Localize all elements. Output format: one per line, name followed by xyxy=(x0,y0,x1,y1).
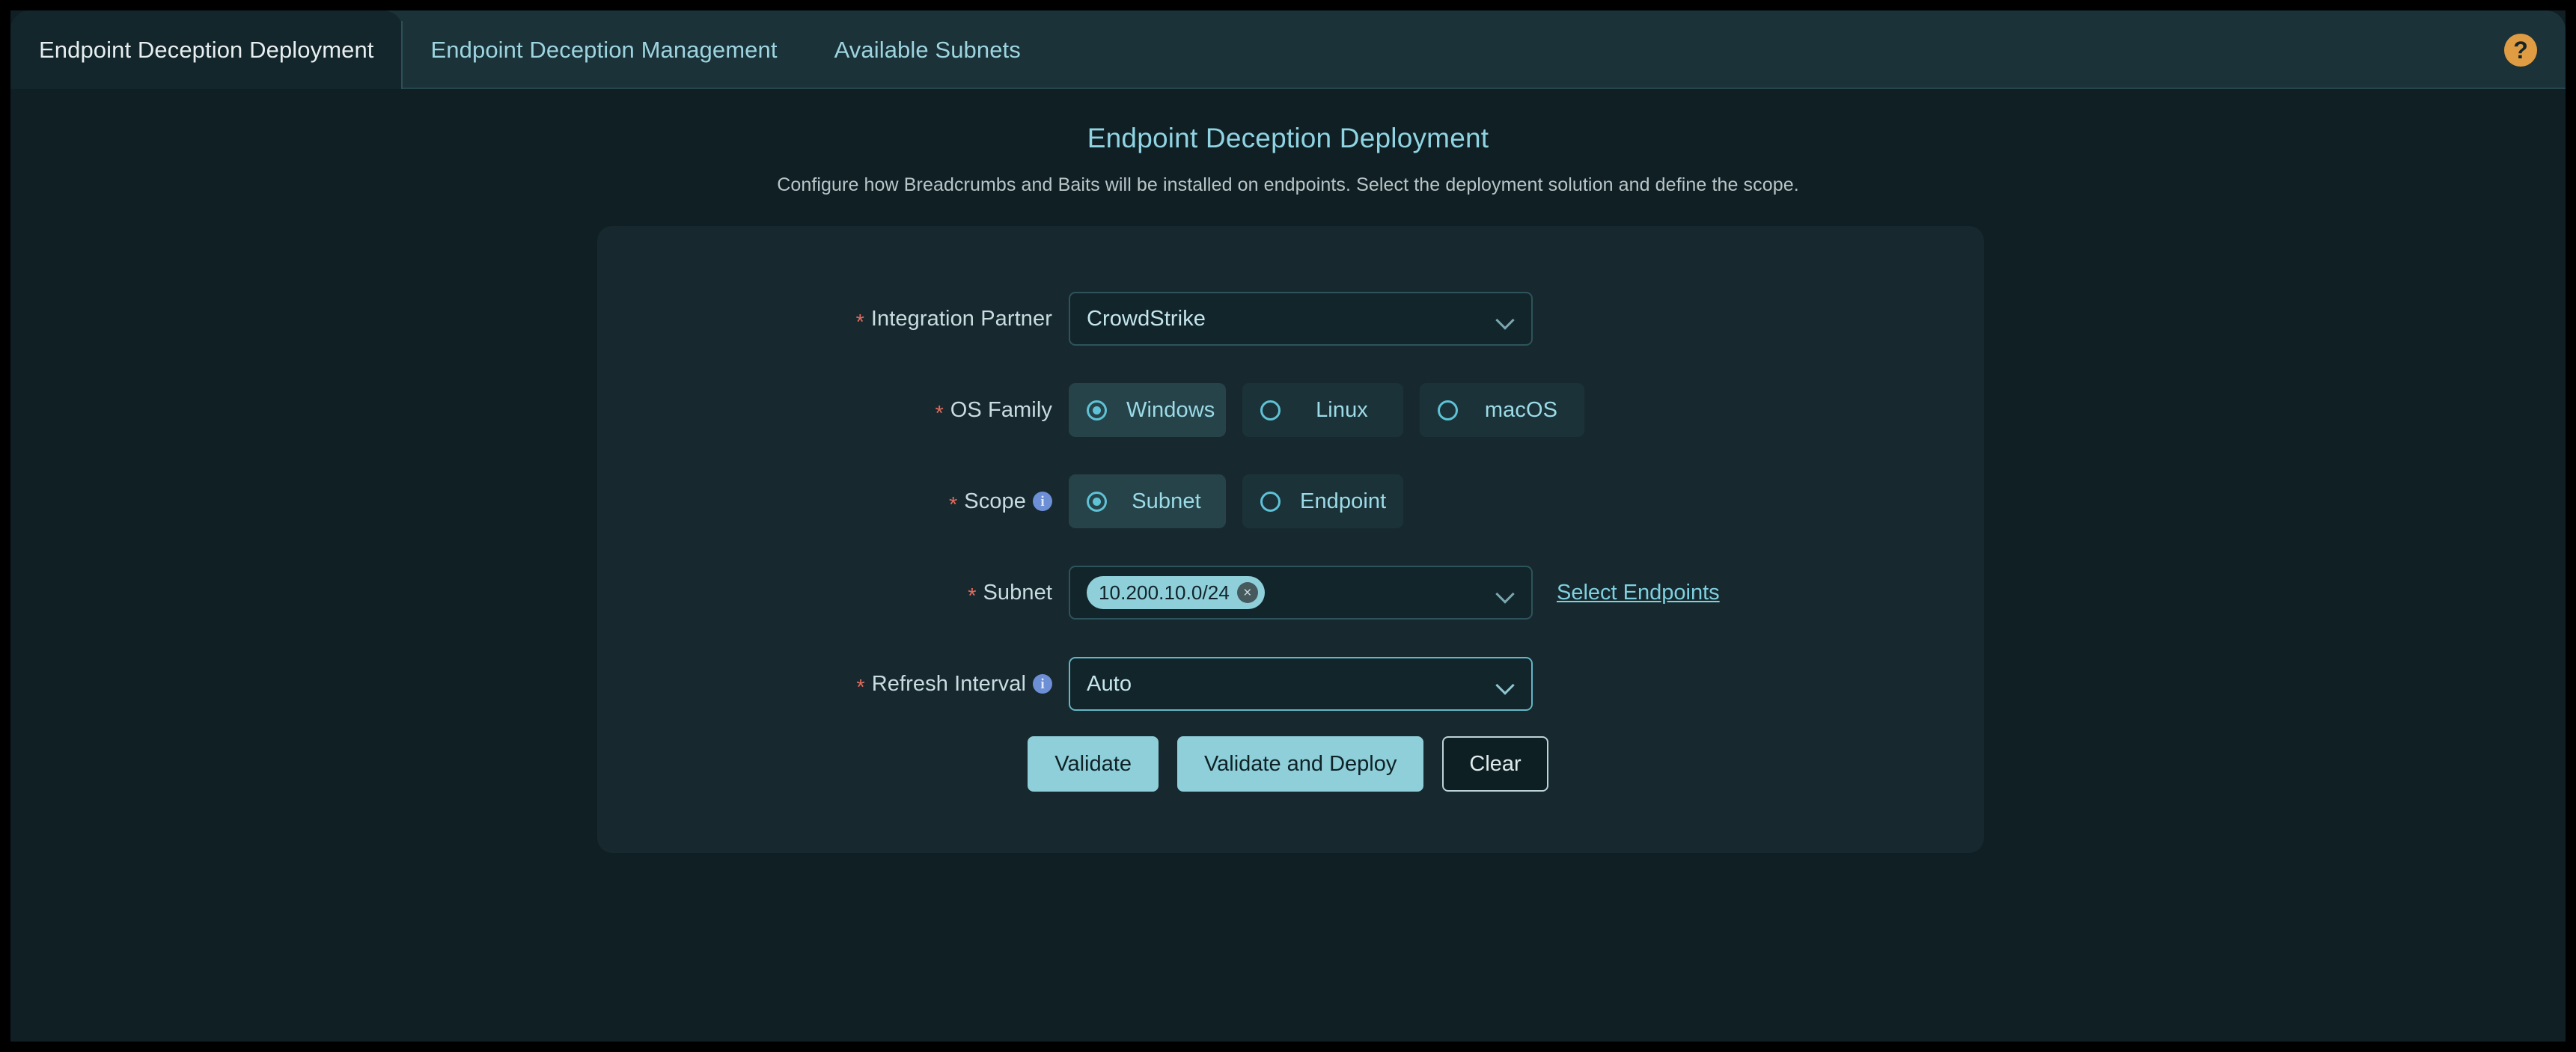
validate-button[interactable]: Validate xyxy=(1028,736,1159,792)
required-marker: * xyxy=(948,492,958,517)
page-subtitle: Configure how Breadcrumbs and Baits will… xyxy=(777,174,1799,195)
os-family-option-linux[interactable]: Linux xyxy=(1242,383,1403,437)
scope-label: * Scope i xyxy=(10,489,1069,517)
refresh-interval-value: Auto xyxy=(1087,671,1132,696)
os-family-label: * OS Family xyxy=(935,397,1052,426)
field-refresh-interval: * Refresh Interval i Auto xyxy=(10,657,2566,711)
help-icon-glyph: ? xyxy=(2513,36,2528,64)
radio-selected-icon xyxy=(1087,491,1107,512)
integration-partner-label: * Integration Partner xyxy=(855,306,1052,334)
required-marker: * xyxy=(935,401,944,426)
radio-unselected-icon xyxy=(1260,400,1281,421)
refresh-interval-select[interactable]: Auto xyxy=(1069,657,1533,711)
info-icon[interactable]: i xyxy=(1033,492,1052,511)
help-button[interactable]: ? xyxy=(2504,10,2566,89)
field-os-family: * OS Family Windows Linux macOS xyxy=(10,383,2566,437)
page-title: Endpoint Deception Deployment xyxy=(1087,123,1489,153)
tab-bar: Endpoint Deception Deployment Endpoint D… xyxy=(10,10,2566,89)
field-scope: * Scope i Subnet Endpoint xyxy=(10,474,2566,528)
os-family-radio-group: Windows Linux macOS xyxy=(1069,383,1584,437)
field-subnet: * Subnet 10.200.10.0/24 × Select Endpoint… xyxy=(10,566,2566,620)
chevron-down-icon xyxy=(1497,314,1515,324)
scope-option-subnet[interactable]: Subnet xyxy=(1069,474,1226,528)
app-window: Endpoint Deception Deployment Endpoint D… xyxy=(10,10,2566,1042)
subnet-label: * Subnet xyxy=(968,580,1052,608)
clear-button[interactable]: Clear xyxy=(1442,736,1548,792)
tab-label: Available Subnets xyxy=(834,36,1021,63)
refresh-interval-label: * Refresh Interval i xyxy=(10,672,1069,700)
required-marker: * xyxy=(856,675,865,700)
subnet-selected-tags: 10.200.10.0/24 × xyxy=(1087,576,1497,609)
radio-unselected-icon xyxy=(1438,400,1458,421)
tab-endpoint-deception-deployment[interactable]: Endpoint Deception Deployment xyxy=(10,10,403,89)
tab-bar-spacer xyxy=(1049,10,2504,89)
info-icon[interactable]: i xyxy=(1033,674,1052,694)
required-marker: * xyxy=(968,584,977,608)
validate-and-deploy-button[interactable]: Validate and Deploy xyxy=(1176,736,1424,792)
chevron-down-icon xyxy=(1497,679,1515,689)
required-marker: * xyxy=(855,310,864,334)
scope-option-endpoint[interactable]: Endpoint xyxy=(1242,474,1403,528)
tab-label: Endpoint Deception Deployment xyxy=(39,36,374,63)
select-endpoints-link[interactable]: Select Endpoints xyxy=(1557,581,1720,605)
subnet-tag: 10.200.10.0/24 × xyxy=(1087,576,1265,609)
os-family-option-macos[interactable]: macOS xyxy=(1420,383,1584,437)
radio-selected-icon xyxy=(1087,400,1107,421)
form-actions: Validate Validate and Deploy Clear xyxy=(10,736,2566,792)
page-header: Endpoint Deception Deployment Configure … xyxy=(10,89,2566,196)
os-family-option-windows[interactable]: Windows xyxy=(1069,383,1226,437)
chevron-down-icon xyxy=(1497,587,1515,598)
subnet-select[interactable]: 10.200.10.0/24 × xyxy=(1069,566,1533,620)
subnet-tag-label: 10.200.10.0/24 xyxy=(1099,581,1230,604)
help-icon: ? xyxy=(2504,33,2537,67)
tab-label: Endpoint Deception Management xyxy=(430,36,778,63)
remove-tag-icon[interactable]: × xyxy=(1236,582,1258,603)
radio-unselected-icon xyxy=(1260,491,1281,512)
integration-partner-select[interactable]: CrowdStrike xyxy=(1069,292,1533,346)
tab-available-subnets[interactable]: Available Subnets xyxy=(806,10,1049,89)
scope-radio-group: Subnet Endpoint xyxy=(1069,474,1403,528)
tab-endpoint-deception-management[interactable]: Endpoint Deception Management xyxy=(403,10,806,89)
integration-partner-value: CrowdStrike xyxy=(1087,306,1206,331)
field-integration-partner: * Integration Partner CrowdStrike xyxy=(10,292,2566,346)
